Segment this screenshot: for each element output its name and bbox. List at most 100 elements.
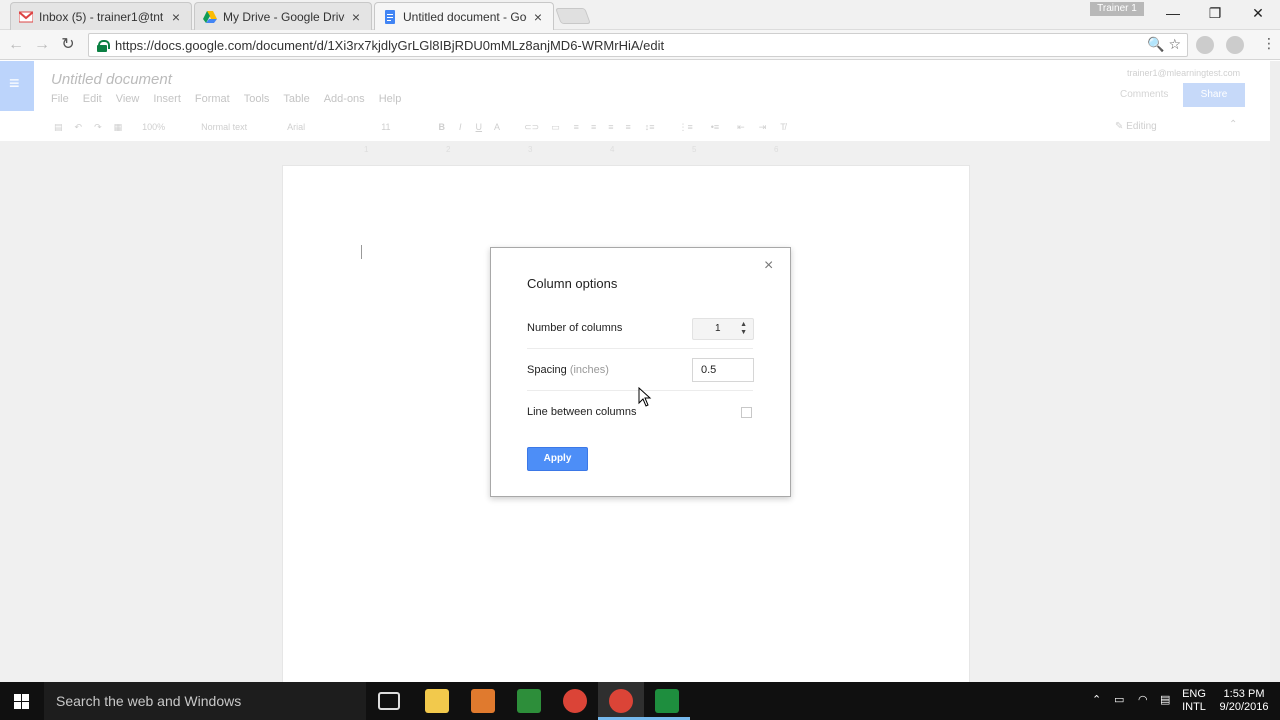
minimize-icon[interactable]: — — [1153, 3, 1193, 23]
font-select[interactable]: Arial — [287, 122, 305, 132]
font-size-select[interactable]: 11 — [381, 122, 390, 132]
tab-docs[interactable]: Untitled document - Goo × — [374, 2, 554, 30]
file-explorer-icon[interactable] — [425, 689, 449, 713]
tab-gmail[interactable]: Inbox (5) - trainer1@tnt × — [10, 2, 192, 30]
print-icon[interactable]: ▤ — [54, 122, 63, 133]
format-toolbar: ▤ ↶ ↷ ▦ 100% Normal text Arial 11 B I U … — [50, 119, 786, 135]
ruler-mark: 2 — [446, 145, 451, 154]
align-center-icon[interactable]: ≡ — [591, 122, 596, 132]
close-icon[interactable]: × — [531, 9, 545, 25]
comments-button[interactable]: Comments — [1120, 89, 1168, 100]
user-email[interactable]: trainer1@mlearningtest.com — [1127, 68, 1240, 78]
clear-formatting-icon[interactable]: T̸ — [780, 122, 786, 132]
text-color-icon[interactable]: A — [494, 122, 500, 132]
style-select[interactable]: Normal text — [201, 122, 247, 132]
address-bar[interactable]: https://docs.google.com/document/d/1Xi3r… — [88, 33, 1188, 57]
docs-icon — [383, 9, 397, 24]
bold-icon[interactable]: B — [439, 122, 446, 132]
windows-logo-icon — [22, 702, 29, 709]
bulleted-list-icon[interactable]: •≡ — [711, 122, 719, 132]
align-left-icon[interactable]: ≡ — [574, 122, 579, 132]
menu-tools[interactable]: Tools — [244, 93, 270, 105]
more-menu-icon[interactable]: ⋮ — [1262, 35, 1276, 52]
omnibox-icons: 🔍 ☆ — [1147, 36, 1181, 53]
extension-icon[interactable] — [1226, 36, 1244, 54]
menu-file[interactable]: File — [51, 93, 69, 105]
chrome-icon[interactable] — [563, 689, 587, 713]
underline-icon[interactable]: U — [476, 122, 483, 132]
line-between-checkbox[interactable] — [741, 407, 752, 418]
spacing-input[interactable] — [692, 358, 754, 382]
extension-icon[interactable] — [1196, 36, 1214, 54]
menu-view[interactable]: View — [116, 93, 140, 105]
ruler-mark: 5 — [692, 145, 697, 154]
share-button[interactable]: Share — [1183, 83, 1245, 107]
menu-format[interactable]: Format — [195, 93, 230, 105]
menu-addons[interactable]: Add-ons — [324, 93, 365, 105]
apply-button[interactable]: Apply — [527, 447, 588, 471]
camtasia-icon[interactable] — [655, 689, 679, 713]
profile-chip[interactable]: Trainer 1 — [1090, 2, 1144, 16]
taskbar-search[interactable]: Search the web and Windows — [44, 682, 366, 720]
close-icon[interactable]: × — [349, 9, 363, 25]
back-icon[interactable]: ← — [6, 35, 26, 55]
menu-help[interactable]: Help — [379, 93, 402, 105]
menu-table[interactable]: Table — [283, 93, 309, 105]
power-icon[interactable]: ▭ — [1114, 694, 1124, 707]
zoom-icon[interactable]: 🔍 — [1147, 36, 1164, 52]
docs-home-icon[interactable] — [0, 61, 34, 111]
link-icon[interactable]: ⊂⊃ — [524, 122, 539, 133]
media-player-icon[interactable] — [471, 689, 495, 713]
align-right-icon[interactable]: ≡ — [608, 122, 613, 132]
comment-icon[interactable]: ▭ — [551, 122, 560, 133]
undo-icon[interactable]: ↶ — [75, 122, 83, 133]
line-between-label: Line between columns — [527, 406, 637, 418]
network-icon[interactable]: ◠ — [1138, 694, 1148, 707]
page-scrollbar[interactable] — [1270, 61, 1280, 682]
menu-insert[interactable]: Insert — [153, 93, 181, 105]
restore-icon[interactable]: ❐ — [1195, 3, 1235, 23]
forward-icon[interactable]: → — [32, 35, 52, 55]
decrease-indent-icon[interactable]: ⇤ — [737, 122, 745, 133]
tab-drive[interactable]: My Drive - Google Drive × — [194, 2, 372, 30]
browser-tab-strip: Inbox (5) - trainer1@tnt × My Drive - Go… — [0, 0, 1280, 30]
align-justify-icon[interactable]: ≡ — [625, 122, 630, 132]
num-columns-select[interactable]: 1 ▲ ▼ — [692, 318, 754, 340]
windows-logo-icon — [22, 694, 29, 701]
redo-icon[interactable]: ↷ — [94, 122, 102, 133]
num-columns-value: 1 — [715, 323, 721, 334]
gmail-icon — [18, 10, 34, 24]
line-spacing-icon[interactable]: ↕≡ — [645, 122, 655, 132]
notifications-icon[interactable]: ▤ — [1160, 694, 1170, 707]
windows-logo-icon — [14, 694, 21, 701]
paint-format-icon[interactable]: ▦ — [114, 122, 123, 133]
chrome-icon[interactable] — [609, 689, 633, 713]
document-title[interactable]: Untitled document — [51, 71, 172, 88]
language-indicator[interactable]: ENG INTL — [1180, 688, 1208, 714]
windows-logo-icon — [14, 702, 21, 709]
show-hidden-icons[interactable]: ⌃ — [1092, 694, 1101, 707]
clock-date: 9/20/2016 — [1219, 701, 1269, 713]
clock[interactable]: 1:53 PM 9/20/2016 — [1212, 688, 1276, 714]
increase-indent-icon[interactable]: ⇥ — [759, 122, 767, 133]
ruler: 1 2 3 4 5 6 — [282, 145, 970, 157]
task-view-icon[interactable] — [378, 692, 400, 710]
close-window-icon[interactable]: ✕ — [1238, 3, 1278, 23]
url-text: https://docs.google.com/document/d/1Xi3r… — [115, 37, 665, 53]
star-icon[interactable]: ☆ — [1168, 36, 1181, 52]
editing-mode-select[interactable]: ✎ Editing — [1115, 121, 1157, 132]
lock-icon — [97, 39, 110, 52]
italic-icon[interactable]: I — [459, 122, 462, 132]
tab-label: Inbox (5) - trainer1@tnt — [39, 9, 164, 24]
close-icon[interactable]: × — [764, 258, 773, 274]
numbered-list-icon[interactable]: ⋮≡ — [679, 122, 693, 133]
collapse-icon[interactable]: ⌃ — [1229, 119, 1237, 130]
new-tab-button[interactable] — [555, 8, 591, 24]
menu-edit[interactable]: Edit — [83, 93, 102, 105]
store-icon[interactable] — [517, 689, 541, 713]
stepper-arrows-icon: ▲ ▼ — [740, 321, 747, 336]
close-icon[interactable]: × — [169, 9, 183, 25]
reload-icon[interactable]: ↻ — [58, 35, 78, 55]
zoom-select[interactable]: 100% — [142, 122, 165, 132]
start-button[interactable] — [0, 682, 44, 720]
